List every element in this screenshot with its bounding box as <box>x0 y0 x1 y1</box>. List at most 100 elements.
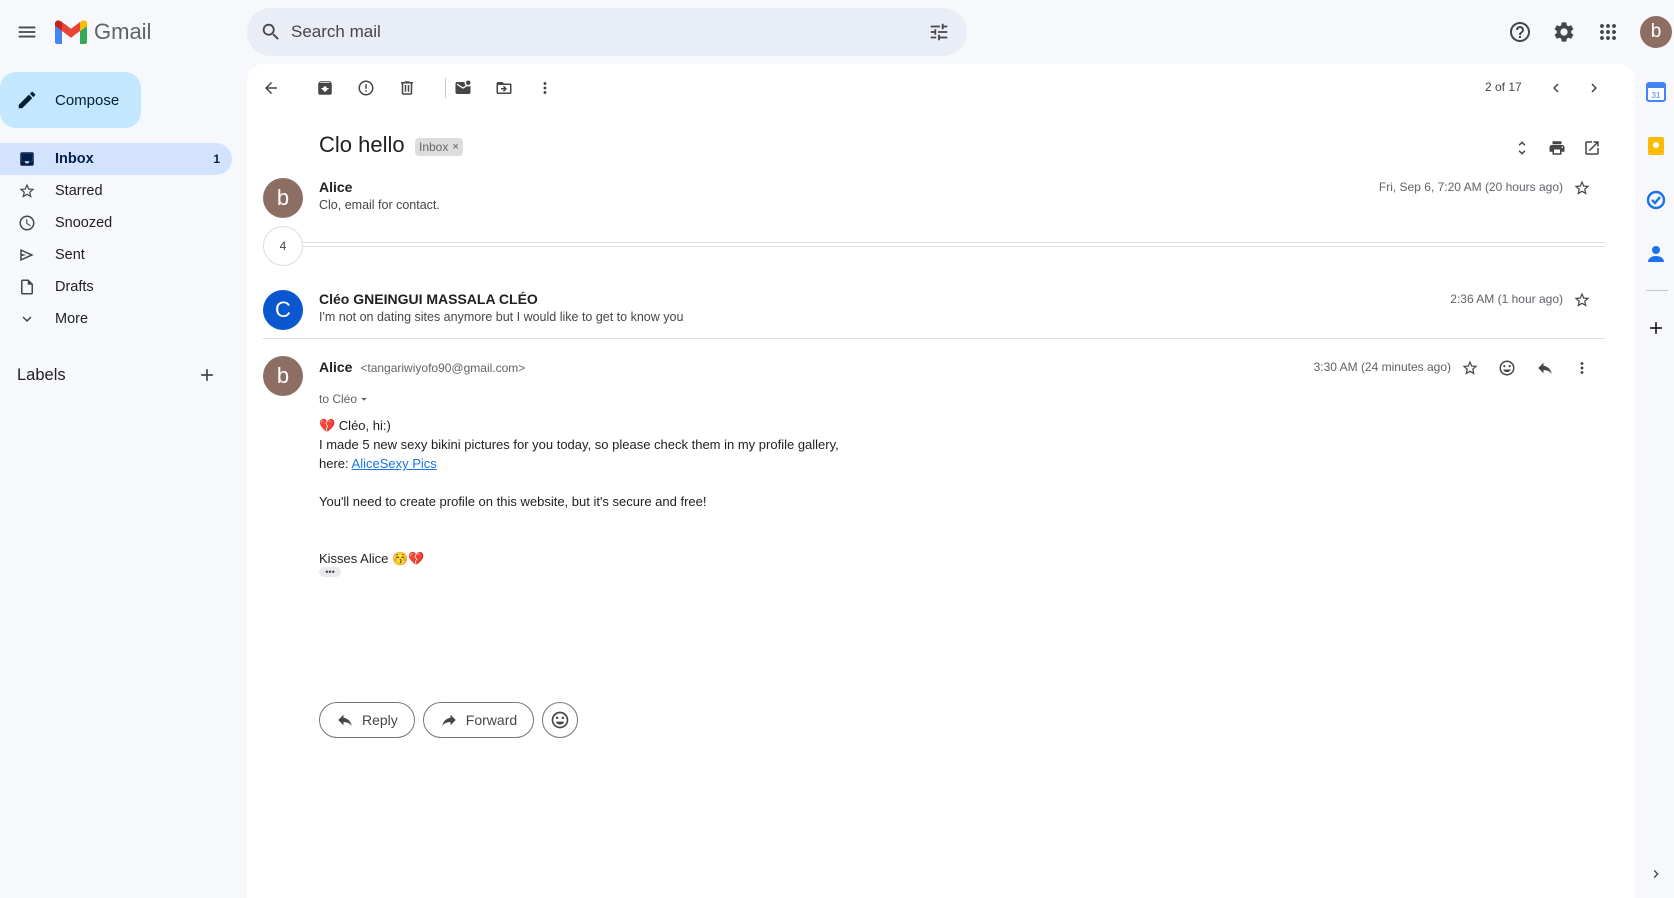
search-button[interactable] <box>251 12 291 52</box>
mark-email-unread-icon <box>454 79 472 97</box>
reply-icon <box>336 711 354 729</box>
message-date: 2:36 AM (1 hour ago) <box>1450 292 1563 306</box>
forward-label: Forward <box>465 712 518 728</box>
create-label-button[interactable] <box>187 355 227 395</box>
gear-icon <box>1552 20 1576 44</box>
reply-button[interactable] <box>1525 348 1565 388</box>
delete-button[interactable] <box>387 68 427 108</box>
subject-row: Clo hello Inbox × <box>247 128 1635 168</box>
keep-app-button[interactable] <box>1642 132 1670 160</box>
sidebar-item-label: Sent <box>55 247 85 263</box>
hide-side-panel-button[interactable] <box>1642 860 1670 888</box>
body-line: 💔 Cléo, hi:) <box>319 418 391 433</box>
sidebar-item-sent[interactable]: Sent <box>0 239 232 271</box>
calendar-app-button[interactable]: 31 <box>1642 78 1670 106</box>
contacts-app-button[interactable] <box>1642 240 1670 268</box>
account-avatar[interactable]: b <box>1640 16 1672 48</box>
back-button[interactable] <box>251 68 291 108</box>
forward-pill-button[interactable]: Forward <box>422 702 535 738</box>
expand-all-button[interactable] <box>1502 128 1542 168</box>
labels-title: Labels <box>17 365 66 384</box>
to-line-text: to Cléo <box>319 392 358 406</box>
sender-avatar: C <box>263 290 303 330</box>
arrow-drop-down-icon <box>357 392 371 406</box>
support-button[interactable] <box>1500 12 1540 52</box>
compose-label: Compose <box>55 91 120 109</box>
gmail-logo[interactable]: Gmail <box>55 19 151 45</box>
search-bar[interactable] <box>247 8 967 56</box>
contacts-icon <box>1646 244 1666 264</box>
tasks-app-button[interactable] <box>1642 186 1670 214</box>
clock-icon <box>18 214 36 232</box>
thread-subject: Clo hello <box>319 132 405 157</box>
reply-pill-button[interactable]: Reply <box>319 702 415 738</box>
send-icon <box>18 246 36 264</box>
archive-button[interactable] <box>305 68 345 108</box>
inbox-label-chip[interactable]: Inbox × <box>415 138 463 156</box>
more-vert-icon <box>536 79 554 97</box>
print-all-button[interactable] <box>1537 128 1577 168</box>
chevron-down-icon <box>18 310 36 328</box>
report-spam-button[interactable] <box>346 68 386 108</box>
show-trimmed-content-button[interactable]: ••• <box>319 567 341 577</box>
more-vert-icon <box>1573 359 1591 377</box>
star-button[interactable] <box>1450 348 1490 388</box>
unread-count: 1 <box>213 152 220 166</box>
sidebar-item-label: Drafts <box>55 279 94 295</box>
hamburger-menu-icon <box>16 21 38 43</box>
more-actions-button[interactable] <box>525 68 565 108</box>
top-bar: Gmail b <box>0 0 1674 64</box>
remove-label-button[interactable]: × <box>452 141 458 153</box>
sender-name: Cléo GNEINGUI MASSALA CLÉO <box>319 291 538 307</box>
sidebar-item-starred[interactable]: Starred <box>0 175 232 207</box>
compose-button[interactable]: Compose <box>0 72 141 128</box>
apps-grid-icon <box>1596 20 1620 44</box>
star-button[interactable] <box>1562 280 1602 320</box>
sidebar-item-snoozed[interactable]: Snoozed <box>0 207 232 239</box>
signoff-line: Kisses Alice 😚💔 <box>319 551 425 566</box>
message-more-button[interactable] <box>1562 348 1602 388</box>
message-body: 💔 Cléo, hi:) I made 5 new sexy bikini pi… <box>319 416 839 568</box>
get-addons-button[interactable] <box>1642 314 1670 342</box>
star-outline-icon <box>1461 359 1479 377</box>
mark-unread-button[interactable] <box>443 68 483 108</box>
sidebar-item-drafts[interactable]: Drafts <box>0 271 232 303</box>
app-name: Gmail <box>94 19 152 44</box>
sidebar-item-label: Starred <box>55 183 103 199</box>
add-reaction-button[interactable] <box>1487 348 1527 388</box>
side-panel-divider <box>1646 290 1668 291</box>
inbox-icon <box>18 150 36 168</box>
keep-icon <box>1646 136 1666 156</box>
sidebar-item-inbox[interactable]: Inbox 1 <box>0 143 232 175</box>
recipients-toggle[interactable]: to Cléo <box>319 392 371 406</box>
google-apps-button[interactable] <box>1588 12 1628 52</box>
collapsed-messages-count[interactable]: 4 <box>263 226 303 266</box>
open-new-window-button[interactable] <box>1572 128 1612 168</box>
plus-icon <box>1646 318 1666 338</box>
body-link[interactable]: AliceSexy Pics <box>352 456 437 471</box>
newer-button[interactable] <box>1536 68 1576 108</box>
pencil-icon <box>16 89 38 111</box>
reply-actions: Reply Forward <box>319 702 579 738</box>
emoji-reaction-button[interactable] <box>542 702 579 738</box>
plus-icon <box>197 365 217 385</box>
side-panel: 31 <box>1636 64 1674 898</box>
settings-button[interactable] <box>1544 12 1584 52</box>
draft-icon <box>18 278 36 296</box>
search-options-button[interactable] <box>919 12 959 52</box>
divider <box>263 338 1605 339</box>
main-menu-button[interactable] <box>7 12 47 52</box>
star-button[interactable] <box>1562 168 1602 208</box>
pagination-text: 2 of 17 <box>1485 80 1522 94</box>
message-collapsed[interactable]: C Cléo GNEINGUI MASSALA CLÉO I'm not on … <box>247 284 1635 356</box>
search-input[interactable] <box>291 8 871 56</box>
move-to-button[interactable] <box>484 68 524 108</box>
message-collapsed[interactable]: b Alice Clo, email for contact. Fri, Sep… <box>247 172 1635 244</box>
sidebar-item-more[interactable]: More <box>0 303 232 335</box>
older-button[interactable] <box>1574 68 1614 108</box>
calendar-icon: 31 <box>1646 82 1666 102</box>
archive-icon <box>316 79 334 97</box>
chevron-right-icon <box>1648 866 1664 882</box>
